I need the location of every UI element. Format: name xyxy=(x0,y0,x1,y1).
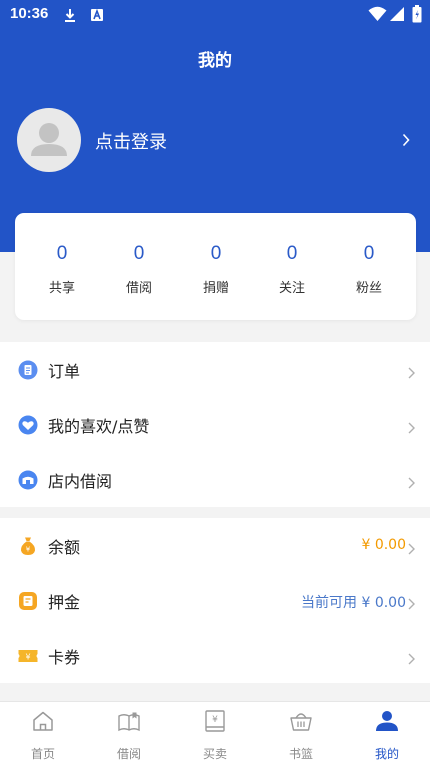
money-bag-icon: ¥ xyxy=(18,536,38,556)
stat-donated[interactable]: 0 捐赠 xyxy=(176,213,256,320)
tab-profile[interactable]: 我的 xyxy=(344,702,430,765)
stat-value: 0 xyxy=(133,243,145,264)
menu-group-wallet: ¥ 余额 ¥ 0.00 押金 当前可用 ¥ 0.00 ¥ 卡券 xyxy=(0,518,430,683)
battery-icon xyxy=(412,5,422,27)
menu-item-balance[interactable]: ¥ 余额 ¥ 0.00 xyxy=(0,518,430,573)
chevron-right-icon xyxy=(408,364,415,383)
wifi-icon xyxy=(368,6,387,26)
stat-value: 0 xyxy=(286,243,298,264)
tab-basket[interactable]: 书篮 xyxy=(258,702,344,765)
menu-group-activity: 订单 我的喜欢/点赞 店内借阅 xyxy=(0,342,430,507)
menu-item-store-borrow[interactable]: 店内借阅 xyxy=(0,452,430,507)
deposit-icon xyxy=(18,591,38,611)
default-avatar-icon xyxy=(31,123,67,156)
store-borrow-icon xyxy=(18,470,38,490)
stat-value: 0 xyxy=(363,243,375,264)
tab-borrow[interactable]: 借阅 xyxy=(86,702,172,765)
signal-icon xyxy=(390,6,405,26)
stat-borrowed[interactable]: 0 借阅 xyxy=(99,213,179,320)
menu-item-label: 卡券 xyxy=(48,648,81,667)
page-title: 我的 xyxy=(198,51,232,71)
tab-label: 借阅 xyxy=(116,747,141,761)
home-icon xyxy=(31,709,55,733)
tab-label: 我的 xyxy=(374,747,399,761)
menu-item-label: 余额 xyxy=(48,538,81,557)
basket-icon xyxy=(289,709,313,733)
status-time: 10:36 xyxy=(10,5,49,22)
menu-item-coupons[interactable]: ¥ 卡券 xyxy=(0,628,430,683)
tab-label: 首页 xyxy=(30,747,55,761)
menu-item-likes[interactable]: 我的喜欢/点赞 xyxy=(0,397,430,452)
stat-fans[interactable]: 0 粉丝 xyxy=(329,213,409,320)
buy-sell-book-icon: ¥ xyxy=(203,709,227,733)
tab-home[interactable]: 首页 xyxy=(0,702,86,765)
stat-label: 借阅 xyxy=(125,281,152,296)
deposit-value: 当前可用 ¥ 0.00 xyxy=(301,595,406,611)
status-bar: 10:36 xyxy=(0,0,430,30)
download-icon xyxy=(62,7,78,27)
tab-buy-sell[interactable]: ¥ 买卖 xyxy=(172,702,258,765)
balance-value: ¥ 0.00 xyxy=(361,537,406,553)
login-link[interactable]: 点击登录 xyxy=(95,128,167,154)
chevron-right-icon xyxy=(408,595,415,614)
stat-value: 0 xyxy=(56,243,68,264)
menu-item-deposit[interactable]: 押金 当前可用 ¥ 0.00 xyxy=(0,573,430,628)
menu-item-label: 订单 xyxy=(48,362,81,381)
stat-following[interactable]: 0 关注 xyxy=(252,213,332,320)
stat-label: 关注 xyxy=(278,281,305,296)
menu-item-orders[interactable]: 订单 xyxy=(0,342,430,397)
app-notification-icon xyxy=(89,7,105,27)
menu-item-label: 押金 xyxy=(48,593,81,612)
stat-value: 0 xyxy=(210,243,222,264)
bottom-tab-bar: 首页 借阅 ¥ 买卖 书篮 我的 xyxy=(0,701,430,765)
menu-item-label: 我的喜欢/点赞 xyxy=(48,417,150,436)
svg-text:¥: ¥ xyxy=(212,715,218,725)
svg-text:¥: ¥ xyxy=(25,653,30,662)
order-icon xyxy=(18,360,38,380)
chevron-right-icon xyxy=(408,540,415,559)
chevron-right-icon xyxy=(408,650,415,669)
menu-item-label: 店内借阅 xyxy=(48,472,113,491)
stat-label: 共享 xyxy=(48,281,75,296)
stat-shared[interactable]: 0 共享 xyxy=(22,213,102,320)
stat-label: 粉丝 xyxy=(355,281,382,296)
borrow-book-icon xyxy=(117,709,141,733)
avatar[interactable] xyxy=(17,108,81,172)
svg-text:¥: ¥ xyxy=(26,546,31,554)
coupon-icon: ¥ xyxy=(18,646,38,666)
stat-label: 捐赠 xyxy=(202,281,229,296)
tab-label: 书篮 xyxy=(288,747,313,761)
tab-label: 买卖 xyxy=(202,747,227,761)
chevron-right-icon xyxy=(408,419,415,438)
chevron-right-icon xyxy=(408,474,415,493)
profile-icon xyxy=(375,709,399,733)
stats-card: 0 共享 0 借阅 0 捐赠 0 关注 0 粉丝 xyxy=(15,213,416,320)
chevron-right-icon[interactable] xyxy=(402,132,410,151)
heart-icon xyxy=(18,415,38,435)
